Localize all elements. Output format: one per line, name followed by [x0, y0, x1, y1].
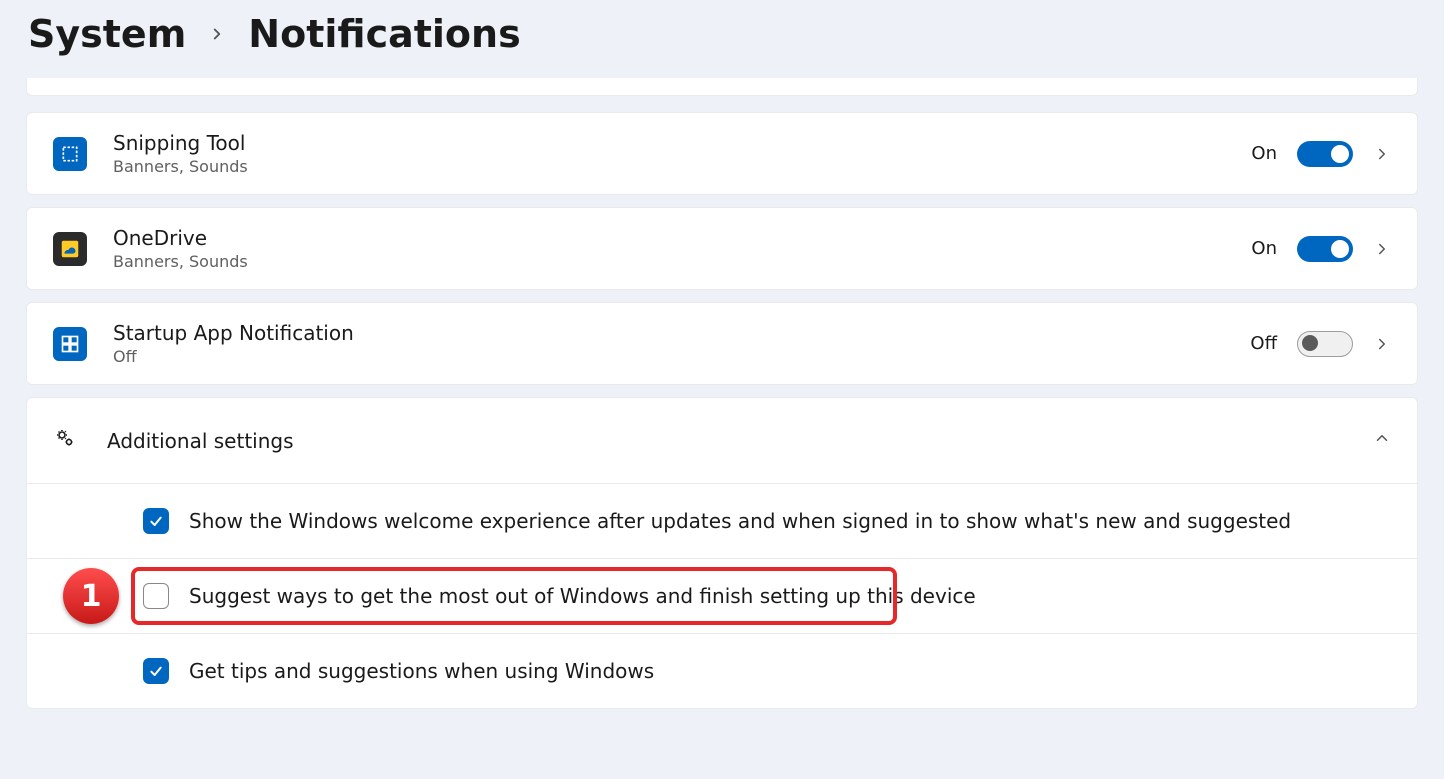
option-suggest-finish-setup[interactable]: 1 Suggest ways to get the most out of Wi…	[27, 559, 1417, 634]
chevron-right-icon	[208, 25, 226, 43]
additional-settings-title: Additional settings	[107, 429, 1343, 453]
checkbox[interactable]	[143, 658, 169, 684]
app-subtitle: Banners, Sounds	[113, 157, 1225, 176]
chevron-up-icon	[1373, 429, 1391, 452]
app-subtitle: Off	[113, 347, 1224, 366]
onedrive-icon	[53, 232, 87, 266]
app-title: OneDrive	[113, 226, 1225, 250]
additional-settings-section: Additional settings Show the Windows wel…	[26, 397, 1418, 709]
snipping-tool-icon	[53, 137, 87, 171]
option-welcome-experience[interactable]: Show the Windows welcome experience afte…	[27, 484, 1417, 559]
previous-card-stub	[26, 78, 1418, 96]
app-title: Startup App Notification	[113, 321, 1224, 345]
option-label: Show the Windows welcome experience afte…	[189, 509, 1291, 533]
app-title: Snipping Tool	[113, 131, 1225, 155]
app-row-onedrive[interactable]: OneDrive Banners, Sounds On	[26, 207, 1418, 290]
option-label: Get tips and suggestions when using Wind…	[189, 659, 654, 683]
page-title: Notifications	[248, 12, 520, 56]
toggle-switch[interactable]	[1297, 141, 1353, 167]
breadcrumb: System Notifications	[0, 0, 1444, 78]
app-row-startup-app-notification[interactable]: Startup App Notification Off Off	[26, 302, 1418, 385]
checkbox[interactable]	[143, 508, 169, 534]
app-labels: Snipping Tool Banners, Sounds	[113, 131, 1225, 176]
app-subtitle: Banners, Sounds	[113, 252, 1225, 271]
gear-icon	[53, 426, 77, 455]
annotation-badge: 1	[63, 568, 119, 624]
breadcrumb-parent[interactable]: System	[28, 12, 186, 56]
chevron-right-icon[interactable]	[1373, 145, 1391, 163]
option-tips-suggestions[interactable]: Get tips and suggestions when using Wind…	[27, 634, 1417, 708]
app-labels: OneDrive Banners, Sounds	[113, 226, 1225, 271]
option-label: Suggest ways to get the most out of Wind…	[189, 584, 976, 608]
toggle-switch[interactable]	[1297, 236, 1353, 262]
toggle-state-label: Off	[1250, 333, 1277, 354]
additional-settings-header[interactable]: Additional settings	[27, 398, 1417, 484]
toggle-state-label: On	[1251, 238, 1277, 259]
toggle-switch[interactable]	[1297, 331, 1353, 357]
startup-app-icon	[53, 327, 87, 361]
checkbox[interactable]	[143, 583, 169, 609]
toggle-state-label: On	[1251, 143, 1277, 164]
chevron-right-icon[interactable]	[1373, 335, 1391, 353]
chevron-right-icon[interactable]	[1373, 240, 1391, 258]
app-row-snipping-tool[interactable]: Snipping Tool Banners, Sounds On	[26, 112, 1418, 195]
app-labels: Startup App Notification Off	[113, 321, 1224, 366]
